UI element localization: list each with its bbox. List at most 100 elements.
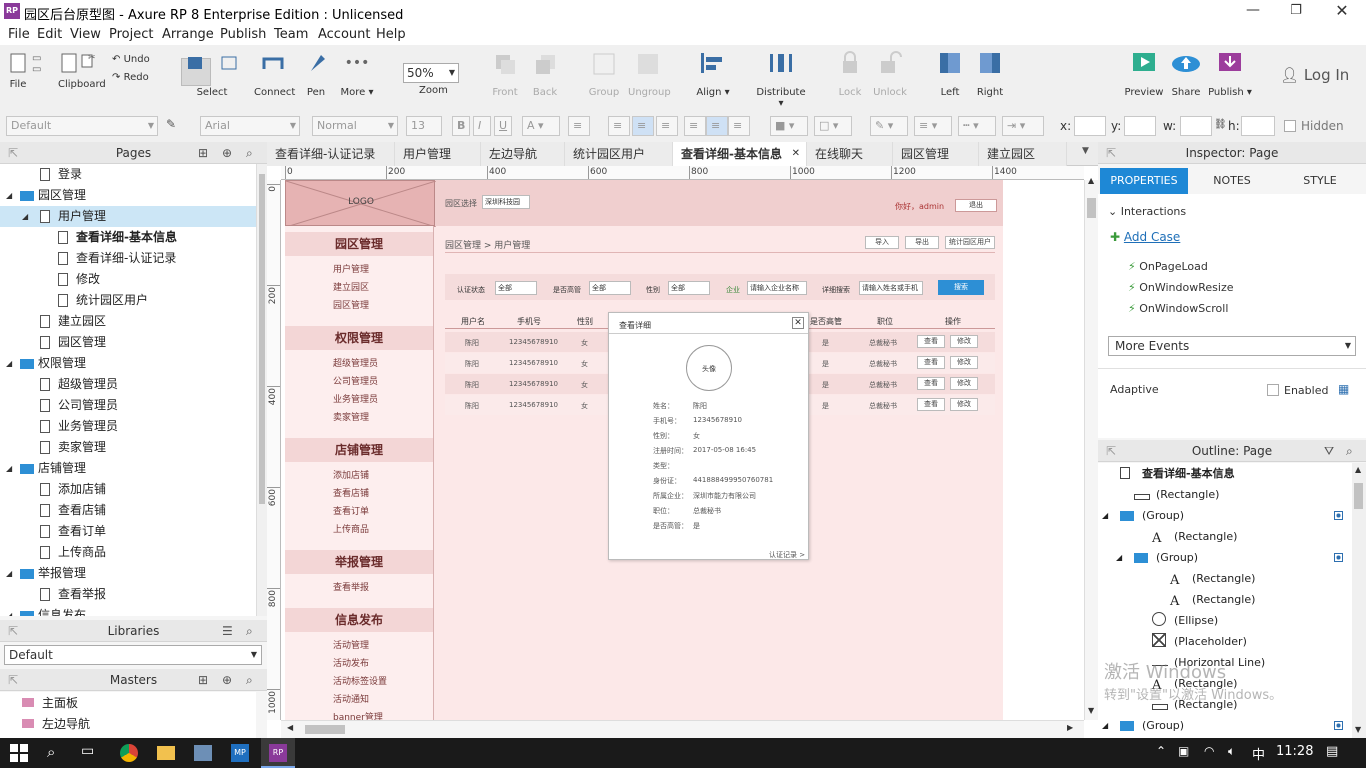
page-tree-item[interactable]: 上传商品 [0, 542, 258, 563]
expand-icon[interactable]: ◢ [6, 353, 12, 374]
ime-indicator[interactable]: 中 [1252, 744, 1265, 763]
page-tree-item[interactable]: 查看店铺 [0, 500, 258, 521]
align-right-button[interactable]: ≡ [656, 116, 678, 136]
filter-icon[interactable]: ⛛ [1324, 440, 1334, 462]
valign-top-button[interactable]: ≡ [684, 116, 706, 136]
tab-style[interactable]: STYLE [1276, 168, 1364, 194]
search-icon[interactable]: ⌕ [47, 743, 55, 761]
master-item[interactable]: 左边导航 [22, 714, 280, 735]
collapse-icon[interactable]: ⇱ [1106, 142, 1116, 164]
outline-item[interactable]: A (Rectangle) [1098, 526, 1348, 547]
proto-nav-item[interactable]: 活动管理 [333, 638, 369, 651]
row-view-button[interactable]: 查看 [917, 335, 945, 348]
add-master-icon[interactable]: ⊞ [198, 669, 208, 691]
library-select[interactable]: Default ▼ [4, 645, 262, 665]
group-button[interactable]: Group [588, 51, 620, 98]
proto-nav-item[interactable]: 活动发布 [333, 656, 369, 669]
scroll-down-icon[interactable]: ▼ [1088, 706, 1094, 715]
font-select[interactable]: Arial ▼ [200, 116, 300, 136]
page-tree-item[interactable]: ◢ 用户管理 [0, 206, 258, 227]
page-tree-item[interactable]: ◢ 举报管理 [0, 563, 258, 584]
distribute-button[interactable]: Distribute ▾ [756, 51, 806, 109]
collapse-icon[interactable]: ⇱ [1106, 440, 1116, 462]
outline-item[interactable]: 查看详细-基本信息 [1098, 463, 1348, 484]
export-button[interactable]: 导出 [905, 236, 939, 249]
add-folder-icon[interactable]: ⊕ [222, 669, 232, 691]
scroll-down-icon[interactable]: ▼ [1355, 725, 1361, 734]
h-input[interactable] [1241, 116, 1275, 136]
expand-icon[interactable]: ◢ [6, 605, 12, 616]
connect-button[interactable]: Connect [254, 51, 295, 98]
page-tree-item[interactable]: 查看详细-基本信息 [0, 227, 258, 248]
app-window-icon[interactable] [194, 745, 212, 761]
tab-close-icon[interactable]: ✕ [792, 142, 800, 166]
outline-item[interactable]: (Ellipse) [1098, 610, 1348, 631]
proto-nav-item[interactable]: 业务管理员 [333, 392, 378, 405]
row-view-button[interactable]: 查看 [917, 356, 945, 369]
proto-nav-item[interactable]: 卖家管理 [333, 410, 369, 423]
canvas-hscroll[interactable]: ◀ ▶ [281, 720, 1084, 738]
expand-icon[interactable]: ◢ [1102, 505, 1108, 526]
enabled-checkbox[interactable] [1267, 384, 1279, 396]
clipboard-button[interactable]: ✂ Clipboard [58, 51, 106, 90]
expand-icon[interactable]: ◢ [1116, 547, 1122, 568]
menu-project[interactable]: Project [109, 27, 153, 42]
proto-nav-item[interactable]: 查看店铺 [333, 486, 369, 499]
bullet-button[interactable]: ≡ [568, 116, 590, 136]
bold-button[interactable]: B [452, 116, 470, 136]
align-center-button[interactable]: ≡ [632, 116, 654, 136]
exec-filter-select[interactable]: 全部 [589, 281, 631, 295]
menu-view[interactable]: View [70, 27, 101, 42]
event-item[interactable]: ⚡︎ OnWindowScroll [1128, 302, 1228, 315]
menu-account[interactable]: Account [318, 27, 371, 42]
search-button[interactable]: 搜索 [938, 280, 984, 295]
row-edit-button[interactable]: 修改 [950, 356, 978, 369]
visibility-marker-icon[interactable] [1334, 721, 1343, 730]
network-icon[interactable]: ▣ [1178, 744, 1189, 758]
tab-notes[interactable]: NOTES [1188, 168, 1276, 194]
document-tab[interactable]: 用户管理 [395, 142, 481, 166]
search-icon[interactable]: ⌕ [246, 142, 253, 164]
detail-search-input[interactable]: 请输入姓名或手机 [859, 281, 923, 295]
volume-icon[interactable]: 🔈︎ [1228, 744, 1235, 759]
stats-button[interactable]: 统计园区用户 [945, 236, 995, 249]
chrome-icon[interactable] [120, 744, 138, 762]
size-select[interactable]: 13 [406, 116, 442, 136]
align-left-button[interactable]: ≡ [608, 116, 630, 136]
proto-nav-item[interactable]: 公司管理员 [333, 374, 378, 387]
proto-nav-item[interactable]: 活动标签设置 [333, 674, 387, 687]
weight-select[interactable]: Normal ▼ [312, 116, 398, 136]
proto-nav-item[interactable]: 查看举报 [333, 580, 369, 593]
add-folder-icon[interactable]: ⊕ [222, 142, 232, 164]
design-canvas[interactable]: LOGO 园区选择 深圳科技园 你好，admin 退出 园区管理 用户管理 建立园区… [281, 180, 1084, 720]
document-tab[interactable]: 统计园区用户 [565, 142, 673, 166]
page-tree-item[interactable]: 园区管理 [0, 332, 258, 353]
proto-nav-item[interactable]: 用户管理 [333, 262, 369, 275]
zoom-select[interactable]: 50% ▼ [403, 63, 459, 83]
select-tool[interactable]: Select [182, 51, 242, 98]
page-tree-item[interactable]: 业务管理员 [0, 416, 258, 437]
style-select[interactable]: Default ▼ [6, 116, 158, 136]
page-tree-item[interactable]: 添加店铺 [0, 479, 258, 500]
expand-icon[interactable]: ◢ [6, 563, 12, 584]
canvas-vscroll[interactable]: ▲ ▼ [1084, 176, 1098, 720]
expand-icon[interactable]: ◢ [6, 458, 12, 479]
minimize-icon[interactable]: — [1233, 0, 1273, 23]
collapse-icon[interactable]: ⇱ [8, 142, 18, 164]
publish-button[interactable]: Publish ▾ [1208, 51, 1252, 98]
front-button[interactable]: Front [490, 51, 520, 98]
page-tree-item[interactable]: 查看订单 [0, 521, 258, 542]
pen-button[interactable]: Pen [303, 51, 329, 98]
more-events-select[interactable]: More Events ▼ [1108, 336, 1356, 356]
proto-nav-item[interactable]: 上传商品 [333, 522, 369, 535]
menu-help[interactable]: Help [376, 27, 406, 42]
proto-nav-item[interactable]: 查看订单 [333, 504, 369, 517]
page-tree-item[interactable]: 查看详细-认证记录 [0, 248, 258, 269]
proto-nav-item[interactable]: 超级管理员 [333, 356, 378, 369]
right-button[interactable]: Right [976, 51, 1004, 98]
gender-filter-select[interactable]: 全部 [668, 281, 710, 295]
back-button[interactable]: Back [530, 51, 560, 98]
page-tree-item[interactable]: 登录 [0, 164, 258, 185]
visibility-marker-icon[interactable] [1334, 511, 1343, 520]
share-button[interactable]: Share [1168, 51, 1204, 98]
